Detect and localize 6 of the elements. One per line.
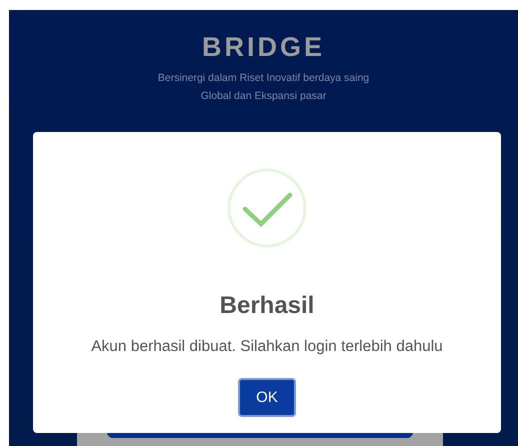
brand-title: BRIDGE (202, 32, 325, 63)
tagline: Bersinergi dalam Riset Inovatif berdaya saing (158, 71, 370, 86)
ok-button[interactable]: OK (238, 378, 296, 417)
dialog-title: Berhasil (220, 292, 314, 320)
tagline: Global dan Ekspansi pasar (200, 89, 326, 104)
dialog-message: Akun berhasil dibuat. Silahkan login terlebih dahulu (91, 338, 443, 356)
